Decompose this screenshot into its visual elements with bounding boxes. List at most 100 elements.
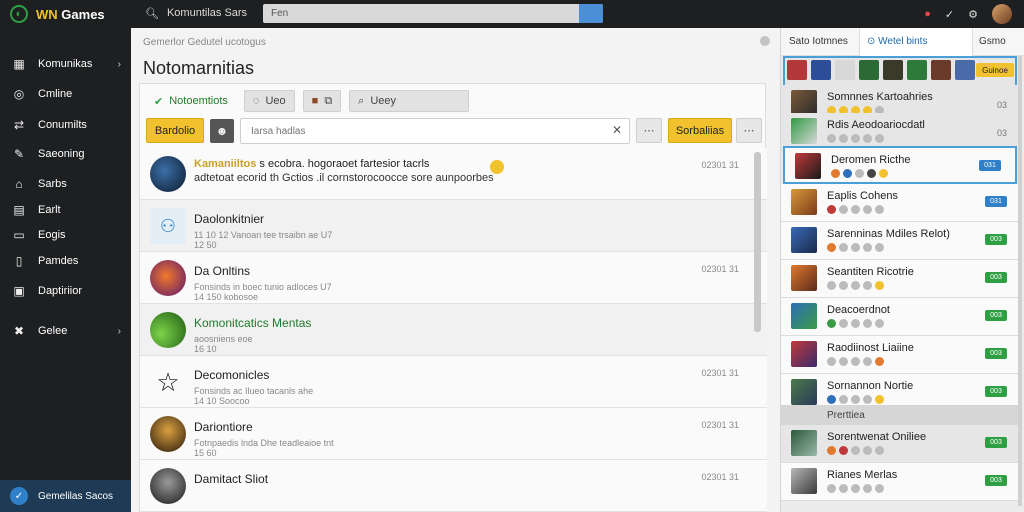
- game-icon[interactable]: [907, 60, 927, 80]
- list-row-selected[interactable]: Deromen Ricthe 031: [783, 146, 1017, 184]
- sidebar-item-label: Conumilts: [38, 119, 87, 131]
- people-icon: ⚇: [150, 208, 186, 244]
- overflow-button[interactable]: ⋯: [736, 118, 762, 143]
- feed-meta: Fotnpaedis lnda Dhe teadleaioe tnt 15 60: [194, 438, 334, 458]
- tab-saved[interactable]: ■ ⧉: [302, 90, 342, 112]
- more-options-button[interactable]: ⋯: [636, 118, 662, 143]
- top-icons: ● ✓ ⚙: [924, 4, 1012, 24]
- top-search-label-text: Komuntilas Sars: [166, 7, 248, 19]
- sidebar-item-eogis[interactable]: ▭ Eogis: [0, 224, 131, 246]
- game-icon[interactable]: [835, 60, 855, 80]
- filter-input[interactable]: [240, 118, 630, 144]
- list-row[interactable]: Sarenninas Mdiles Relot) 003: [781, 222, 1021, 260]
- game-icon: [791, 379, 817, 405]
- list-row[interactable]: Sorentwenat Oniliee 003: [781, 425, 1021, 463]
- tab-messages[interactable]: ◌ Ueo: [243, 90, 295, 112]
- activity-feed: Kamaniiltos s ecobra. hogoraoet fartesio…: [140, 148, 767, 512]
- list-row[interactable]: Rianes Merlas 003: [781, 463, 1021, 501]
- tab-notifications[interactable]: ✔ Notoemtiots: [146, 90, 236, 112]
- feed-sub-text: 12 50: [194, 240, 217, 250]
- tab-label: Ueo: [265, 95, 286, 107]
- clear-icon[interactable]: ✕: [612, 123, 622, 137]
- feed-meta-text: Fotnpaedis lnda Dhe teadleaioe tnt: [194, 438, 334, 448]
- feed-scrollbar[interactable]: [754, 152, 761, 332]
- profile-icon[interactable]: ☻: [210, 119, 234, 143]
- sidebar-item-daptiriior[interactable]: ▣ Daptiriior: [0, 280, 131, 302]
- sidebar-item-label: Pamdes: [38, 255, 79, 267]
- game-icon[interactable]: [859, 60, 879, 80]
- right-scrollbar[interactable]: [1018, 56, 1022, 506]
- share-icon: ⇄: [13, 118, 25, 132]
- row-title: Deacoerdnot: [827, 304, 890, 316]
- feed-row[interactable]: ⚇ Daolonkitnier 11 10 12 Vanoan tee trsa…: [140, 200, 767, 252]
- feed-time: 02301 31: [701, 472, 739, 482]
- sidebar-item-earlt[interactable]: ▤ Earlt: [0, 199, 131, 221]
- feed-row[interactable]: Dariontiore Fotnpaedis lnda Dhe teadleai…: [140, 408, 767, 460]
- check-icon: ✔: [154, 95, 164, 108]
- fire-avatar: [150, 260, 186, 296]
- game-icons-strip: [787, 60, 975, 80]
- top-search-button[interactable]: [579, 4, 603, 23]
- sidebar-item-label: Gelee: [38, 325, 68, 337]
- sidebar-item-sarbs[interactable]: ⌂ Sarbs: [0, 173, 131, 195]
- sidebar-item-pamdes[interactable]: ▯ Pamdes: [0, 250, 131, 272]
- leaf-icon[interactable]: ✓: [945, 8, 954, 21]
- right-tab-2[interactable]: ⊙ Wetel bints: [867, 36, 927, 47]
- strip-badge[interactable]: Guinoe: [976, 63, 1014, 77]
- feed-title: Decomonicles: [194, 368, 270, 382]
- grid-icon: ▦: [13, 57, 25, 71]
- feed-meta-text: Fonsinds ac Ilueo tacanls ahe: [194, 386, 314, 396]
- feed-title: Daolonkitnier: [194, 212, 265, 226]
- right-tab-1[interactable]: Sato Iotmnes: [789, 36, 848, 47]
- game-icon[interactable]: [955, 60, 975, 80]
- game-icon[interactable]: [787, 60, 807, 80]
- top-search-input[interactable]: [263, 4, 579, 23]
- sidebar-item-komunikas[interactable]: ▦ Komunikas ›: [0, 53, 131, 75]
- star-icon: ☆: [150, 364, 186, 400]
- emoji-icon[interactable]: [490, 160, 504, 174]
- feed-row[interactable]: Komonitcatics Mentas aoosniens eoe 16 10: [140, 304, 767, 356]
- right-tab-bar: Sato Iotmnes ⊙ Wetel bints Gsmo: [781, 28, 1024, 56]
- feed-row[interactable]: Da Onltins Fonsinds in boec tunio adloce…: [140, 252, 767, 304]
- feed-time: 02301 31: [701, 420, 739, 430]
- tab-search[interactable]: ⌕ Ueey: [349, 90, 470, 112]
- feed-meta: 11 10 12 Vanoan tee trsaibn ae U7 12 50: [194, 230, 332, 250]
- settings-icon[interactable]: ⚙: [968, 8, 978, 21]
- chevron-right-icon: ›: [117, 58, 121, 70]
- row-badge: 031: [979, 160, 1001, 171]
- rating-dots: [827, 446, 884, 455]
- featured-title-highlight: Kamaniiltos: [194, 158, 257, 170]
- game-icon[interactable]: [883, 60, 903, 80]
- sidebar-item-conumilts[interactable]: ⇄ Conumilts: [0, 114, 131, 136]
- list-row[interactable]: Raodiinost Liaiine 003: [781, 336, 1021, 374]
- scroll-indicator[interactable]: [760, 36, 770, 46]
- sidebar-item-gelee[interactable]: ✖ Gelee ›: [0, 320, 131, 342]
- app-logo[interactable]: ◐ WN Games: [10, 5, 105, 23]
- list-row[interactable]: Eaplis Cohens 031: [781, 184, 1021, 222]
- user-avatar[interactable]: [992, 4, 1012, 24]
- game-icon[interactable]: [811, 60, 831, 80]
- folder-icon: ▭: [13, 228, 25, 242]
- feed-row-featured[interactable]: Kamaniiltos s ecobra. hogoraoet fartesio…: [140, 148, 767, 200]
- game-icon: [795, 153, 821, 179]
- sidebar-item-saeoning[interactable]: ✎ Saeoning: [0, 143, 131, 165]
- game-icon: [791, 468, 817, 494]
- list-row[interactable]: Deacoerdnot 003: [781, 298, 1021, 336]
- feed-title: Dariontiore: [194, 420, 253, 434]
- row-badge: 031: [985, 196, 1007, 207]
- rating-dots: [827, 281, 884, 290]
- right-tab-3[interactable]: Gsmo: [979, 36, 1006, 47]
- feed-row[interactable]: Damitact Sliot 02301 31: [140, 460, 767, 512]
- main-content: Gemerlor Gedutel ucotogus Notomarnitias …: [131, 28, 780, 512]
- filter-button[interactable]: Bardolio: [146, 118, 204, 143]
- sidebar-footer[interactable]: ✓ Gemelilas Sacos: [0, 480, 131, 512]
- game-icon[interactable]: [931, 60, 951, 80]
- feed-meta: aoosniens eoe 16 10: [194, 334, 253, 354]
- notification-icon[interactable]: ●: [924, 8, 931, 20]
- list-row[interactable]: Seantiten Ricotrie 003: [781, 260, 1021, 298]
- rating-dots: [827, 484, 884, 493]
- action-button[interactable]: Sorbaliias: [668, 118, 732, 143]
- sidebar-item-cmline[interactable]: ◎ Cmline: [0, 83, 131, 105]
- page-title: Notomarnitias: [143, 58, 255, 78]
- feed-row[interactable]: ☆ Decomonicles Fonsinds ac Ilueo tacanls…: [140, 356, 767, 408]
